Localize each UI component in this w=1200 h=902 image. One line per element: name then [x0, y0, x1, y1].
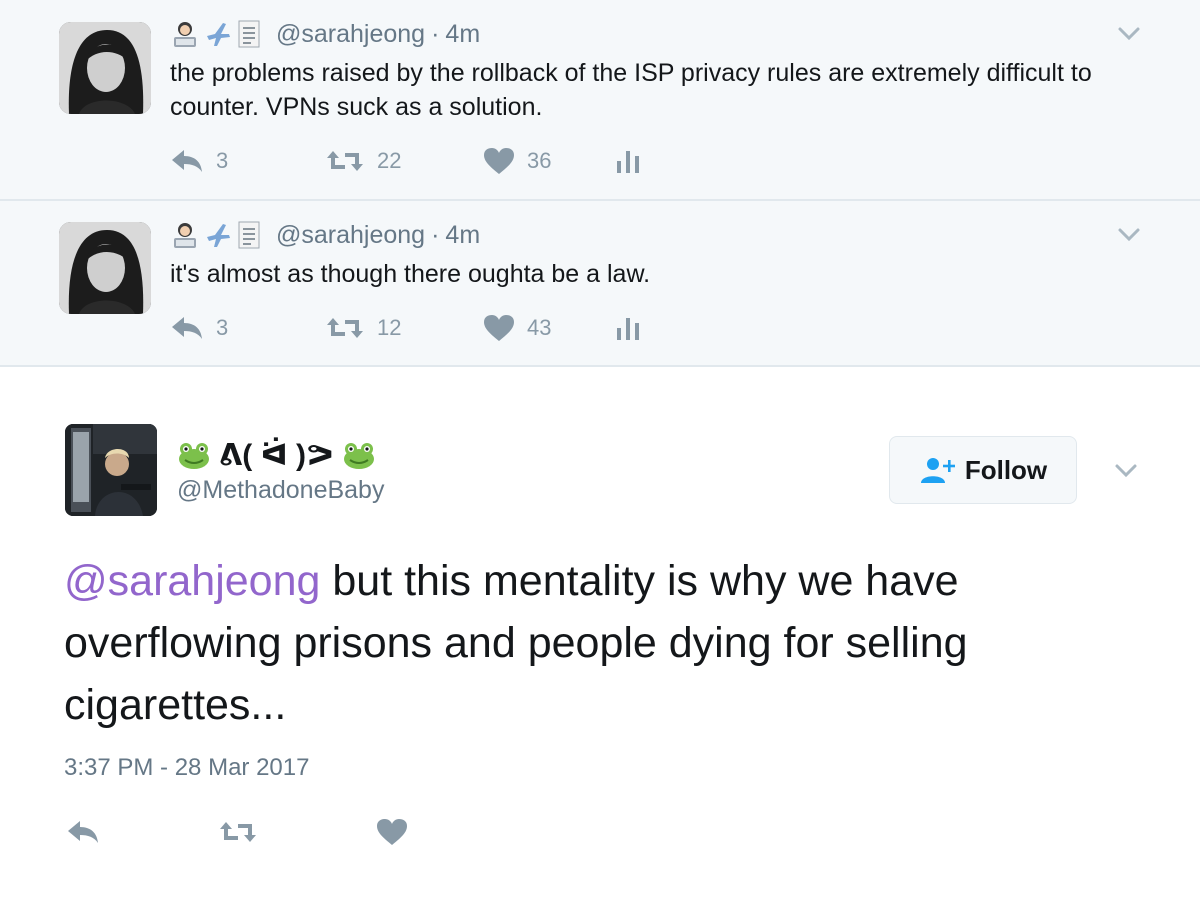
main-tweet: ᕕ( ᐛ )ᕗ @MethadoneBaby Follow @sarahjeon…	[0, 367, 1200, 902]
tweet-text: it's almost as though there oughta be a …	[170, 260, 651, 288]
analytics-button[interactable]	[615, 315, 641, 341]
reply-arrow-icon	[172, 317, 202, 339]
tweet-header: @sarahjeong · 4m	[170, 18, 480, 50]
reply-tweet[interactable]: @sarahjeong · 4m the problems raised by …	[0, 0, 1200, 201]
separator: ·	[431, 220, 440, 249]
handle[interactable]: @sarahjeong	[276, 221, 425, 250]
avatar[interactable]	[59, 222, 151, 314]
bio-emojis	[170, 220, 262, 250]
separator: ·	[431, 19, 440, 48]
timestamp[interactable]: 3:37 PM - 28 Mar 2017	[64, 754, 309, 782]
relative-time[interactable]: 4m	[445, 221, 480, 250]
analytics-bars-icon	[617, 318, 639, 340]
reply-button[interactable]: 3	[170, 148, 325, 174]
retweet-icon	[327, 318, 363, 338]
display-name-text: ᕕ( ᐛ )ᕗ	[219, 438, 334, 472]
reply-count: 3	[216, 315, 229, 340]
heart-icon	[484, 315, 514, 341]
retweet-icon	[327, 151, 363, 171]
retweet-count: 22	[377, 148, 402, 173]
airplane-emoji-icon	[207, 224, 230, 247]
technologist-emoji-icon	[174, 223, 196, 248]
document-emoji-icon	[238, 20, 260, 48]
like-button[interactable]: 36	[483, 147, 615, 175]
tweet-header: @sarahjeong · 4m	[170, 219, 480, 251]
chevron-down-icon[interactable]	[1114, 18, 1144, 48]
tweet-text: the problems raised by the rollback of t…	[170, 59, 1092, 121]
chevron-down-icon[interactable]	[1114, 219, 1144, 249]
frog-emoji-icon	[179, 443, 209, 469]
like-count: 43	[527, 315, 552, 340]
technologist-emoji-icon	[174, 22, 196, 47]
reply-arrow-icon	[172, 150, 202, 172]
retweet-count: 12	[377, 315, 402, 340]
retweet-icon	[220, 822, 256, 842]
handle[interactable]: @sarahjeong	[276, 20, 425, 49]
display-name[interactable]: ᕕ( ᐛ )ᕗ	[177, 435, 376, 475]
reply-button[interactable]: 3	[170, 315, 325, 341]
tweet-actions: 3 12 43	[170, 308, 641, 348]
reply-tweet[interactable]: @sarahjeong · 4m it's almost as though t…	[0, 201, 1200, 367]
heart-icon	[377, 819, 407, 845]
retweet-button[interactable]	[218, 819, 376, 845]
tweet-actions	[66, 812, 408, 852]
bio-emojis	[170, 19, 262, 49]
heart-icon	[484, 148, 514, 174]
handle[interactable]: @MethadoneBaby	[177, 476, 384, 505]
like-count: 36	[527, 148, 552, 173]
airplane-emoji-icon	[207, 23, 230, 46]
follow-button[interactable]: Follow	[889, 436, 1077, 504]
avatar[interactable]	[59, 22, 151, 114]
avatar[interactable]	[65, 424, 157, 516]
analytics-button[interactable]	[615, 148, 641, 174]
follow-person-plus-icon	[920, 458, 955, 483]
document-emoji-icon	[238, 221, 260, 249]
tweet-actions: 3 22 36	[170, 141, 641, 181]
analytics-bars-icon	[617, 151, 639, 173]
frog-emoji-icon	[343, 443, 374, 469]
reply-arrow-icon	[68, 821, 98, 843]
relative-time[interactable]: 4m	[445, 20, 480, 49]
like-button[interactable]	[376, 818, 408, 846]
retweet-button[interactable]: 12	[325, 315, 483, 341]
follow-label: Follow	[964, 454, 1048, 485]
tweet-text: @sarahjeong but this mentality is why we…	[64, 550, 1164, 736]
retweet-button[interactable]: 22	[325, 148, 483, 174]
reply-count: 3	[216, 148, 229, 173]
mention-link[interactable]: @sarahjeong	[64, 557, 320, 605]
chevron-down-icon[interactable]	[1111, 455, 1141, 485]
like-button[interactable]: 43	[483, 314, 615, 342]
reply-button[interactable]	[66, 819, 218, 845]
